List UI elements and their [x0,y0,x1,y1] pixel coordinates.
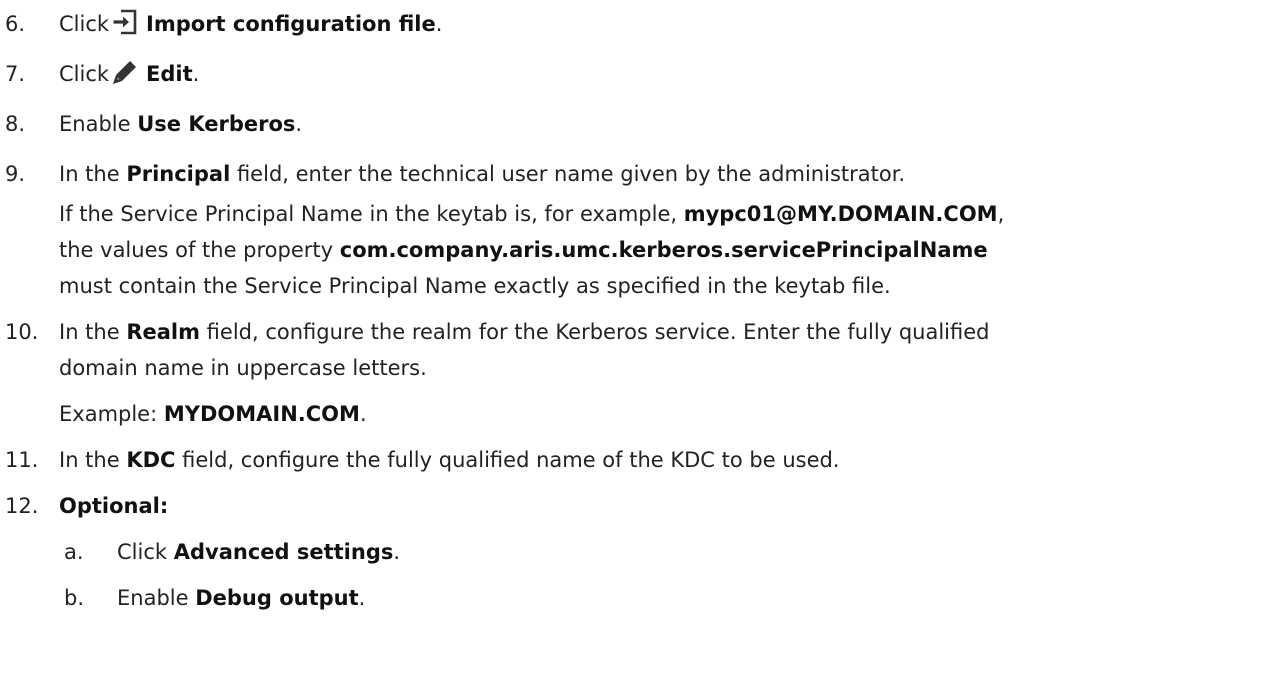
step-text: In the Realm field, configure the realm … [59,314,1283,350]
step-number: 6. [5,12,26,36]
note-bold-text: mypc01@MY.DOMAIN.COM [683,202,998,226]
step-post-text: field, enter the technical user name giv… [230,162,906,186]
step-11: 11. In the KDC field, configure the full… [0,442,1283,478]
substep-pre-text: Click [117,540,174,564]
step-number: 10. [5,320,39,344]
step-post-text: . [295,112,303,136]
step-pre-text: In the [59,448,127,472]
substep-pre-text: Enable [117,586,196,610]
example-line: Example: MYDOMAIN.COM. [59,396,1283,432]
substep-b: b. Enable Debug output. [0,580,1283,616]
step-bold-text: Use Kerberos [137,112,296,136]
step-pre-text: Enable [59,112,138,136]
step-bold-text: Principal [126,162,231,186]
step-text: In the KDC field, configure the fully qu… [59,442,1283,478]
note-line-2: the values of the property com.company.a… [59,232,1283,268]
substep-post-text: . [358,586,366,610]
step-text: Click Edit. [59,56,1283,92]
pencil-icon [112,59,138,85]
note-text: , [997,202,1005,226]
step-9: 9. In the Principal field, enter the tec… [0,156,1283,304]
substep-bold-text: Advanced settings [173,540,394,564]
step-text-line-2: domain name in uppercase letters. [59,356,427,380]
note-text: If the Service Principal Name in the key… [59,202,684,226]
step-6: 6. Click Import configuration file. [0,6,1283,42]
step-pre-text: Click [59,62,110,86]
step-post-text: field, configure the fully qualified nam… [175,448,840,472]
example-value: MYDOMAIN.COM [163,402,360,426]
example-label: Example: [59,402,164,426]
substep-bold-text: Debug output [195,586,359,610]
step-bold-text: KDC [126,448,176,472]
step-pre-text: In the [59,162,127,186]
substep-text: Enable Debug output. [117,580,1283,616]
step-text: Enable Use Kerberos. [59,106,1283,142]
step-12: 12. Optional: [0,488,1283,524]
substep-post-text: . [393,540,401,564]
step-text: Click Import configuration file. [59,6,1283,42]
step-7: 7. Click Edit. [0,56,1283,92]
note-text: the values of the property [59,238,340,262]
step-bold-text: Import configuration file [146,12,436,36]
substep-text: Click Advanced settings. [117,534,1283,570]
step-text: Optional: [59,488,1283,524]
note-bold-text: com.company.aris.umc.kerberos.servicePri… [339,238,988,262]
note-line-1: If the Service Principal Name in the key… [59,196,1283,232]
step-text: In the Principal field, enter the techni… [59,156,1283,192]
step-bold-text: Optional: [59,494,169,518]
step-pre-text: In the [59,320,127,344]
substep-letter: b. [64,586,85,610]
step-8: 8. Enable Use Kerberos. [0,106,1283,142]
step-note: If the Service Principal Name in the key… [59,196,1283,304]
step-pre-text: Click [59,12,110,36]
step-post-text: . [435,12,443,36]
step-number: 7. [5,62,26,86]
note-line-3: must contain the Service Principal Name … [59,274,891,298]
step-bold-text: Edit [146,62,193,86]
step-number: 12. [5,494,39,518]
example-post-text: . [359,402,367,426]
instruction-list: 6. Click Import configuration file. 7. Cl… [0,0,1283,616]
step-post-text: field, configure the realm for the Kerbe… [200,320,990,344]
substep-letter: a. [64,540,84,564]
step-number: 9. [5,162,26,186]
step-post-text: . [192,62,200,86]
step-number: 8. [5,112,26,136]
step-10: 10. In the Realm field, configure the re… [0,314,1283,432]
substep-a: a. Click Advanced settings. [0,534,1283,570]
step-bold-text: Realm [126,320,200,344]
import-icon [112,9,138,35]
step-number: 11. [5,448,39,472]
